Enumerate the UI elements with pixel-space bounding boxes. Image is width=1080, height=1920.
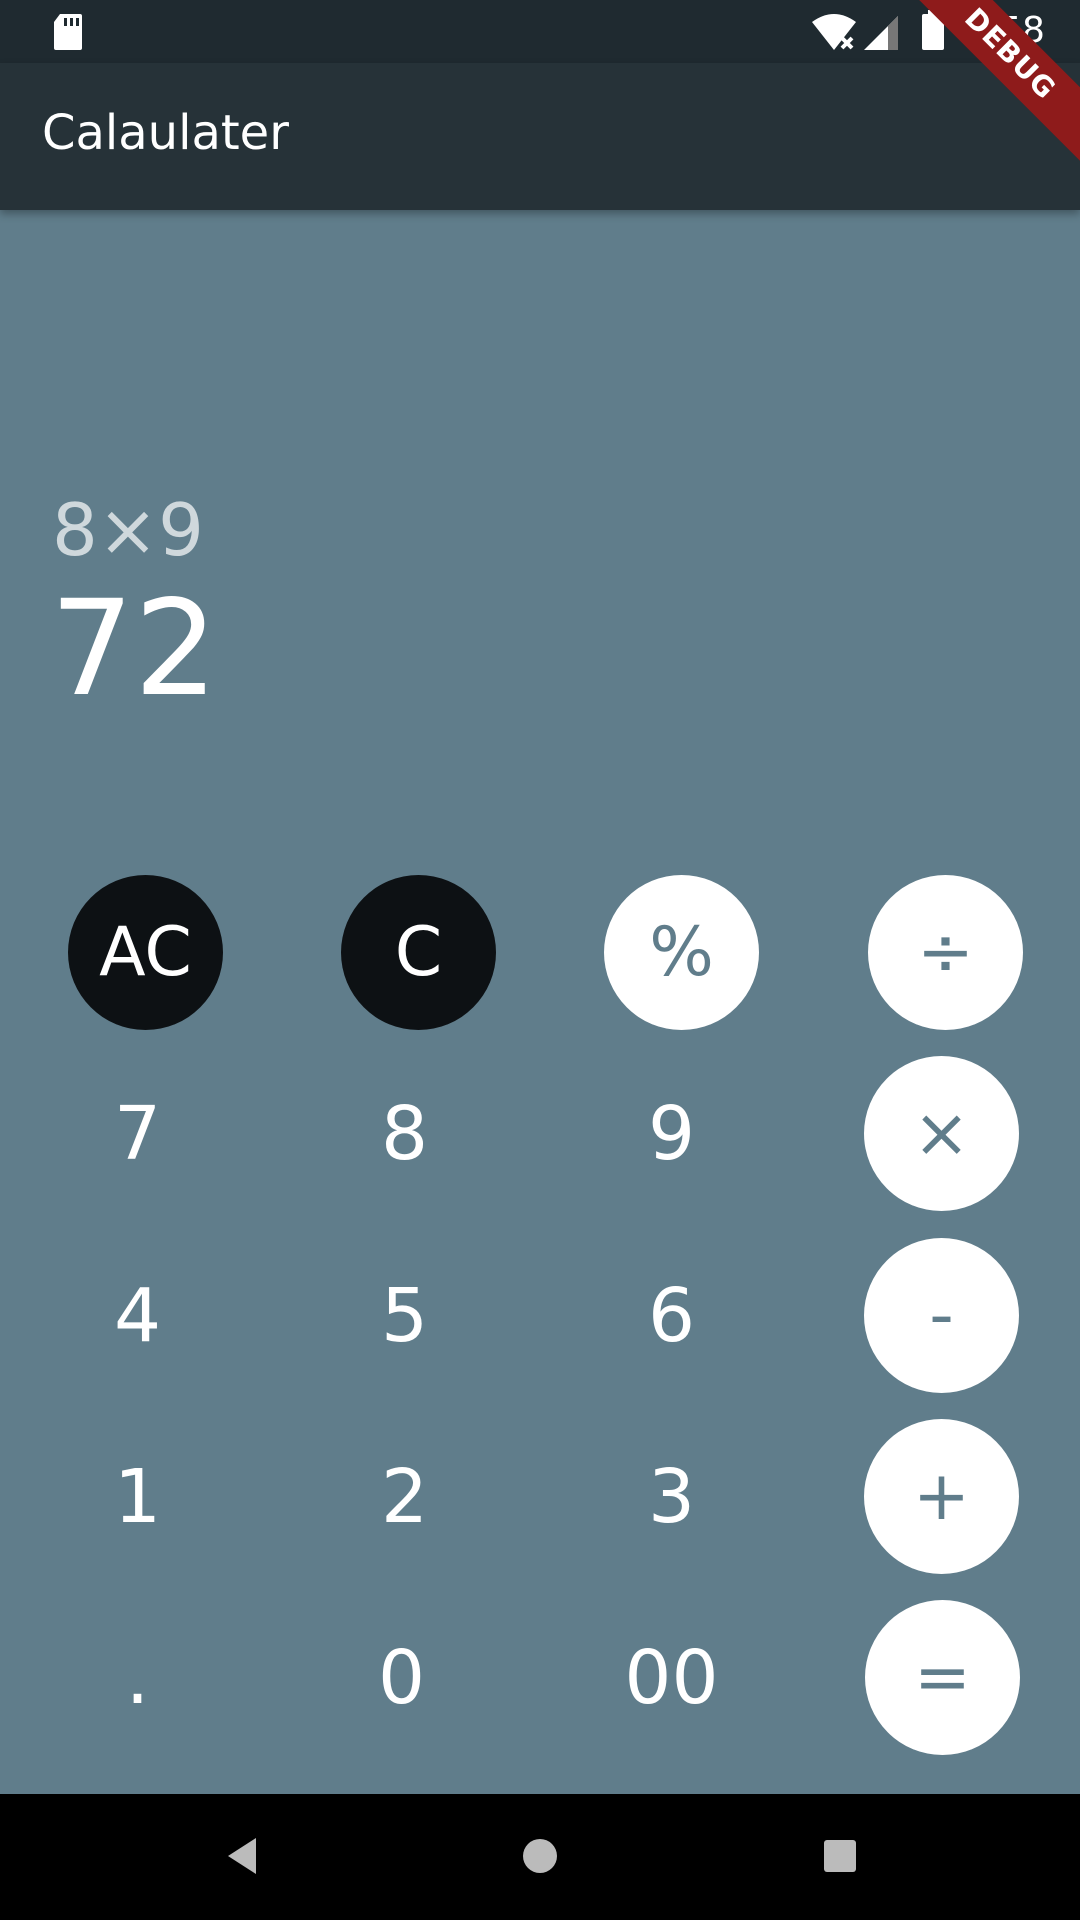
digit-2-button[interactable]: 2 xyxy=(327,1419,482,1574)
all-clear-button[interactable]: AC xyxy=(68,875,223,1030)
digit-0-button[interactable]: 0 xyxy=(324,1600,479,1755)
decimal-point-button[interactable]: . xyxy=(60,1600,215,1755)
page-title: Calaulater xyxy=(42,105,289,161)
equals-button[interactable]: = xyxy=(865,1600,1020,1755)
digit-8-button[interactable]: 8 xyxy=(327,1056,482,1211)
result-display: 72 xyxy=(50,572,218,726)
sd-card-icon xyxy=(54,14,82,50)
percent-button[interactable]: % xyxy=(604,875,759,1030)
digit-9-button[interactable]: 9 xyxy=(594,1056,749,1211)
home-icon[interactable] xyxy=(520,1834,560,1878)
digit-4-button[interactable]: 4 xyxy=(60,1238,215,1393)
divide-button[interactable]: ÷ xyxy=(868,875,1023,1030)
status-bar: 1:58 xyxy=(0,0,1080,63)
digit-3-button[interactable]: 3 xyxy=(594,1419,749,1574)
expression-display: 8×9 xyxy=(52,488,204,572)
signal-icon xyxy=(864,16,898,50)
recents-icon[interactable] xyxy=(820,1834,860,1878)
wifi-icon xyxy=(812,14,856,50)
digit-1-button[interactable]: 1 xyxy=(60,1419,215,1574)
minus-button[interactable]: - xyxy=(864,1238,1019,1393)
double-zero-button[interactable]: 00 xyxy=(594,1600,749,1755)
navigation-bar xyxy=(0,1794,1080,1920)
digit-7-button[interactable]: 7 xyxy=(60,1056,215,1211)
back-icon[interactable] xyxy=(222,1834,262,1878)
clear-button[interactable]: C xyxy=(341,875,496,1030)
digit-5-button[interactable]: 5 xyxy=(327,1238,482,1393)
app-bar: Calaulater xyxy=(0,63,1080,210)
multiply-button[interactable]: × xyxy=(864,1056,1019,1211)
plus-button[interactable]: + xyxy=(864,1419,1019,1574)
digit-6-button[interactable]: 6 xyxy=(594,1238,749,1393)
